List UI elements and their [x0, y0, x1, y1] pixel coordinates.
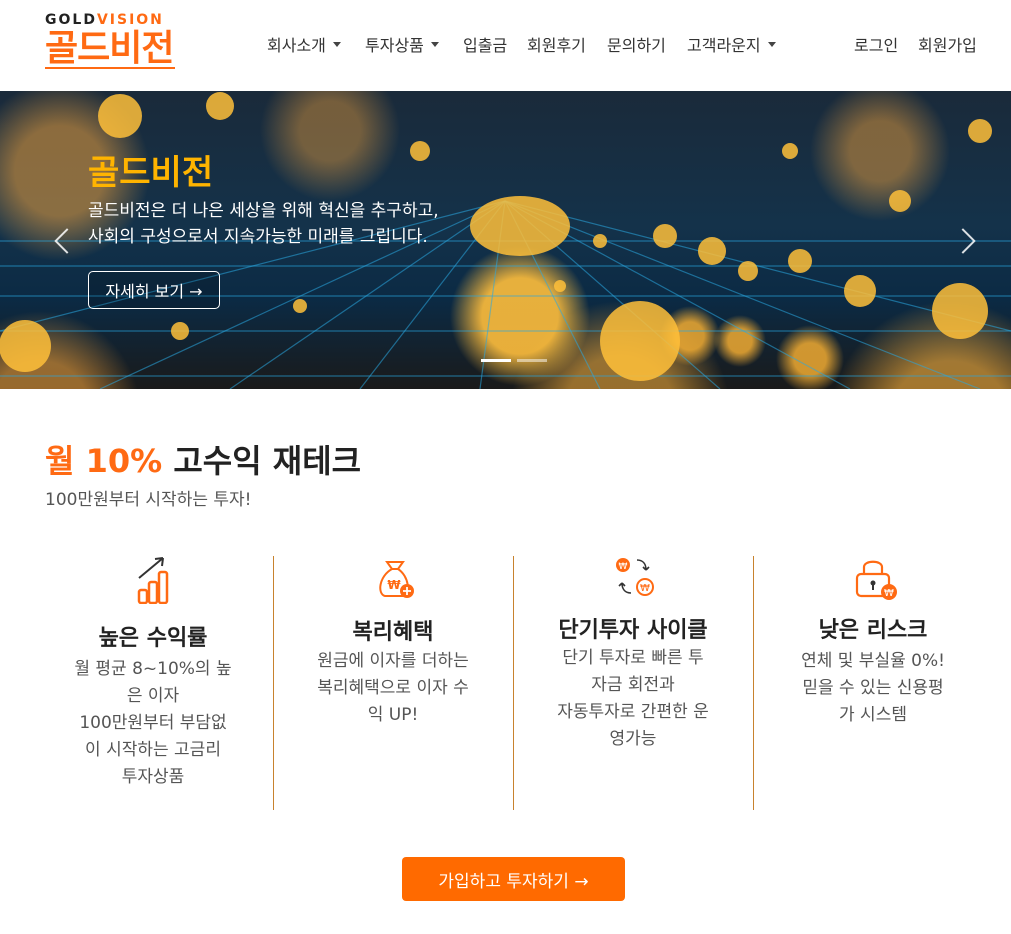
feature-desc: 단기 투자로 빠른 투 자금 회전과 자동투자로 간편한 운 영가능 [557, 648, 709, 749]
feature-desc: 연체 및 부실율 0%! 믿을 수 있는 신용평 가 시스템 [801, 651, 945, 725]
feature-desc: 월 평균 8~10%의 높은 이자 100만원부터 부담없 이 시작하는 고금리 투자… [74, 659, 232, 787]
feature-short-term: ₩ ₩ 단기투자 사이클 단기 투자로 빠른 투 자금 회전과 자동투자로 간편한 … [513, 556, 753, 810]
section-subline: 100만원부터 시작하는 투자! [45, 490, 252, 510]
logo-korean: 골드비전 [45, 28, 174, 69]
chart-growth-icon [137, 557, 169, 604]
hero-line-1: 골드비전은 더 나은 세상을 위해 혁신을 추구하고, [88, 201, 439, 221]
section-headline: 월 10% 고수익 재테크 [45, 442, 362, 480]
nav-item-deposit[interactable]: 입출금 [463, 32, 507, 56]
site-logo[interactable]: GOLDVISION 골드비전 [45, 12, 177, 72]
feature-title: 복리혜택 [352, 620, 434, 645]
signup-link[interactable]: 회원가입 [918, 32, 977, 56]
site-header: GOLDVISION 골드비전 회사소개 투자상품 입출금 회원후기 문의하기 … [0, 0, 1011, 91]
nav-item-inquiry[interactable]: 문의하기 [607, 32, 666, 56]
hero-description: 골드비전은 더 나은 세상을 위해 혁신을 추구하고, 사회의 구성으로서 지속… [88, 198, 439, 250]
hero-line-2: 사회의 구성으로서 지속가능한 미래를 그립니다. [88, 227, 428, 247]
svg-text:₩: ₩ [884, 588, 894, 599]
nav-item-reviews[interactable]: 회원후기 [527, 32, 586, 56]
carousel-prev-icon[interactable] [52, 226, 72, 256]
feature-title: 낮은 리스크 [818, 618, 928, 643]
chevron-down-icon [430, 41, 439, 47]
feature-compound: ₩ 복리혜택 원금에 이자를 더하는 복리혜택으로 이자 수익 UP! [273, 556, 513, 810]
chevron-down-icon [767, 41, 776, 47]
currency-cycle-icon: ₩ ₩ [616, 558, 654, 596]
logo-underline [45, 67, 175, 69]
chevron-down-icon [332, 41, 341, 47]
lock-icon: ₩ [855, 560, 897, 600]
carousel-next-icon[interactable] [956, 226, 976, 256]
feature-title: 높은 수익률 [98, 626, 208, 651]
svg-text:₩: ₩ [387, 578, 401, 592]
svg-text:₩: ₩ [640, 583, 650, 594]
logo-english: GOLDVISION [45, 12, 164, 28]
carousel-indicator-2[interactable] [517, 359, 547, 362]
nav-item-lounge[interactable]: 고객라운지 [687, 32, 776, 56]
nav-item-products[interactable]: 투자상품 [365, 32, 439, 56]
carousel-indicator-1[interactable] [481, 359, 511, 362]
feature-low-risk: ₩ 낮은 리스크 연체 및 부실율 0%! 믿을 수 있는 신용평 가 시스템 [753, 556, 993, 810]
svg-text:₩: ₩ [619, 562, 628, 572]
feature-title: 단기투자 사이클 [558, 618, 708, 643]
hero-title: 골드비전 [88, 153, 214, 193]
feature-high-yield: 높은 수익률 월 평균 8~10%의 높은 이자 100만원부터 부담없 이 시작하… [33, 556, 273, 810]
join-invest-button[interactable]: 가입하고 투자하기 → [402, 857, 625, 901]
nav-item-company[interactable]: 회사소개 [267, 32, 341, 56]
hero-more-button[interactable]: 자세히 보기 → [88, 271, 220, 309]
login-link[interactable]: 로그인 [854, 32, 898, 56]
feature-desc: 원금에 이자를 더하는 복리혜택으로 이자 수익 UP! [317, 651, 469, 725]
money-bag-icon: ₩ [379, 561, 414, 598]
